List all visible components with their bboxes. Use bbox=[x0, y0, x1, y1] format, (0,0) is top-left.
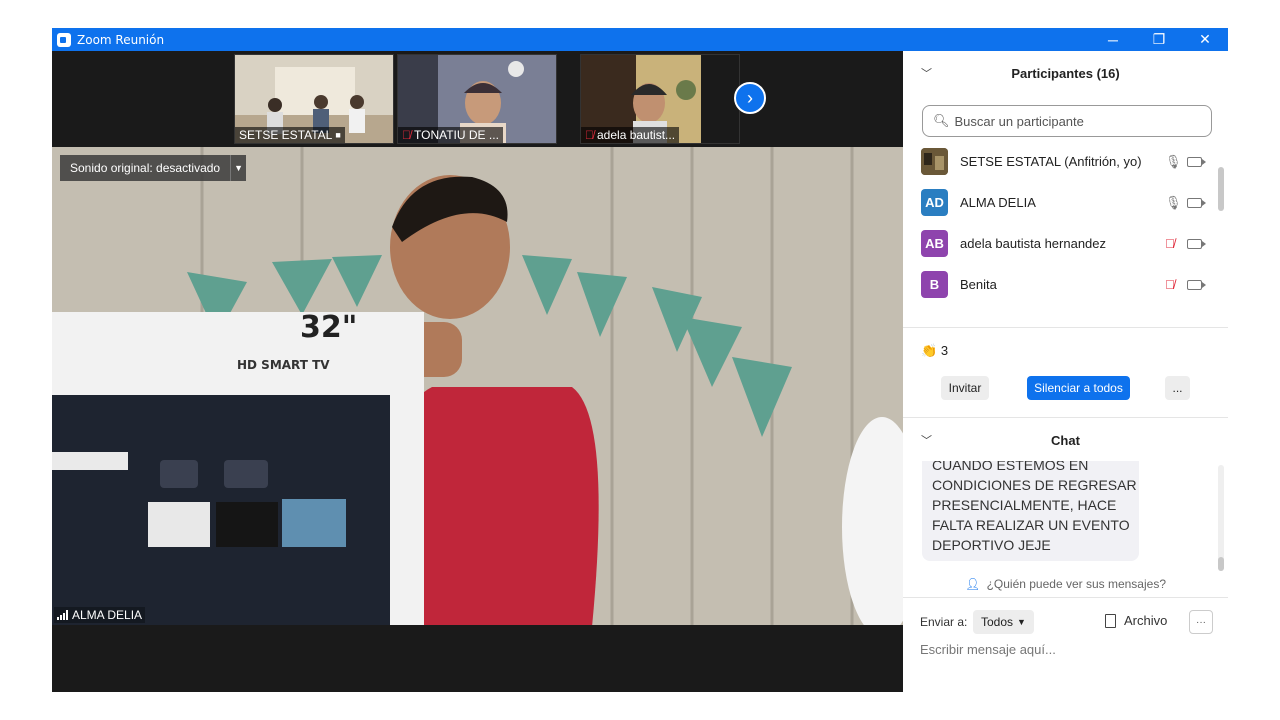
participants-title: Participantes (16) bbox=[1011, 65, 1120, 81]
video-area: SETSE ESTATAL ■ 🎙̸ TONATIU DE ... 🎙̸ ade… bbox=[52, 51, 903, 692]
avatar: AD bbox=[921, 189, 948, 216]
participant-list-scrollbar[interactable] bbox=[1218, 167, 1224, 211]
avatar: B bbox=[921, 271, 948, 298]
window-controls: ─ ❐ ✕ bbox=[1090, 28, 1228, 51]
who-can-see-link[interactable]: 👤︎ ¿Quién puede ver sus mensajes? bbox=[903, 577, 1228, 591]
title-bar: Zoom Reunión ─ ❐ ✕ bbox=[52, 28, 1228, 51]
thumbnail-video[interactable]: 🎙̸ TONATIU DE ... bbox=[397, 54, 557, 144]
tv-box-size: 32" bbox=[300, 310, 357, 345]
clap-icon: 👏 bbox=[921, 343, 938, 358]
chat-header: ﹀ Chat bbox=[903, 419, 1228, 461]
person-lock-icon: 👤︎ bbox=[964, 577, 981, 591]
send-to-select[interactable]: Todos ▼ bbox=[973, 610, 1034, 634]
search-placeholder: Buscar un participante bbox=[954, 113, 1084, 129]
side-panel: ﹀ Participantes (16) 🔍︎ Buscar un partic… bbox=[903, 51, 1228, 692]
avatar: AB bbox=[921, 230, 948, 257]
mic-muted-icon: 🎙̸ bbox=[585, 128, 594, 142]
file-icon bbox=[1105, 613, 1116, 628]
chat-scrollbar[interactable] bbox=[1218, 465, 1224, 571]
speaker-video-frame: 32" HD SMART TV bbox=[52, 147, 903, 625]
thumbnail-label: 🎙̸ TONATIU DE ... bbox=[398, 127, 503, 143]
participant-search-input[interactable]: 🔍︎ Buscar un participante bbox=[922, 105, 1212, 137]
mute-all-button[interactable]: Silenciar a todos bbox=[1027, 376, 1130, 400]
speaker-name-label: ALMA DELIA bbox=[54, 607, 146, 623]
video-camera-icon[interactable] bbox=[1187, 238, 1206, 249]
video-camera-icon[interactable] bbox=[1187, 197, 1206, 208]
microphone-icon[interactable]: 🎙︎ bbox=[1165, 195, 1182, 211]
video-camera-icon[interactable] bbox=[1187, 156, 1206, 167]
send-to-label: Enviar a: bbox=[920, 615, 968, 629]
mic-muted-icon[interactable]: 🎙̸ bbox=[1165, 236, 1175, 251]
file-button[interactable]: Archivo bbox=[1105, 613, 1167, 628]
thumbnail-video[interactable]: 🎙̸ adela bautist... bbox=[580, 54, 740, 144]
chat-message-text: CUANDO ESTEMOS EN CONDICIONES DE REGRESA… bbox=[932, 461, 1137, 553]
reaction-count: 👏 3 bbox=[921, 343, 949, 358]
restore-button[interactable]: ❐ bbox=[1136, 28, 1182, 51]
chevron-down-icon: ▼ bbox=[1017, 617, 1026, 627]
chevron-down-icon[interactable]: ﹀ bbox=[921, 65, 932, 81]
participant-list: SETSE ESTATAL (Anfitrión, yo) 🎙︎ AD ALMA… bbox=[903, 141, 1228, 299]
avatar bbox=[921, 148, 948, 175]
chat-send-row: Enviar a: Todos ▼ Archivo ··· bbox=[920, 610, 1215, 634]
original-sound-toggle[interactable]: Sonido original: desactivado ▼ bbox=[60, 155, 247, 181]
participant-row[interactable]: AB adela bautista hernandez 🎙̸ bbox=[903, 223, 1218, 264]
next-page-button[interactable]: › bbox=[734, 82, 766, 114]
chat-more-button[interactable]: ··· bbox=[1189, 610, 1213, 634]
participant-name: SETSE ESTATAL (Anfitrión, yo) bbox=[960, 154, 1142, 169]
chat-title: Chat bbox=[1051, 432, 1080, 448]
divider bbox=[903, 597, 1228, 598]
thumbnail-video[interactable]: SETSE ESTATAL ■ bbox=[234, 54, 394, 144]
participant-name: ALMA DELIA bbox=[960, 195, 1036, 210]
thumbnail-label: SETSE ESTATAL ■ bbox=[235, 127, 345, 143]
original-sound-label: Sonido original: desactivado bbox=[70, 161, 221, 175]
search-icon: 🔍︎ bbox=[933, 113, 950, 128]
participant-row[interactable]: SETSE ESTATAL (Anfitrión, yo) 🎙︎ bbox=[903, 141, 1218, 182]
mic-muted-icon[interactable]: 🎙̸ bbox=[1165, 277, 1175, 292]
minimize-button[interactable]: ─ bbox=[1090, 28, 1136, 51]
zoom-window: Zoom Reunión ─ ❐ ✕ SETSE ESTATAL ■ 🎙̸ TO… bbox=[52, 28, 1228, 692]
zoom-app-icon bbox=[57, 32, 71, 47]
participant-name: adela bautista hernandez bbox=[960, 236, 1107, 251]
participant-row[interactable]: B Benita 🎙̸ bbox=[903, 264, 1218, 299]
invite-button[interactable]: Invitar bbox=[941, 376, 989, 400]
mic-muted-icon: 🎙̸ bbox=[402, 128, 411, 142]
chat-compose-input[interactable]: Escribir mensaje aquí... bbox=[920, 642, 1056, 657]
divider bbox=[903, 327, 1228, 328]
participant-name: Benita bbox=[960, 277, 997, 292]
participants-header: ﹀ Participantes (16) bbox=[903, 51, 1228, 95]
window-title: Zoom Reunión bbox=[77, 32, 165, 47]
thumbnail-label: 🎙̸ adela bautist... bbox=[581, 127, 680, 143]
more-options-button[interactable]: ... bbox=[1165, 376, 1190, 400]
divider bbox=[903, 417, 1228, 418]
signal-strength-icon bbox=[57, 610, 68, 620]
active-speaker-video[interactable]: 32" HD SMART TV Sonido original: desacti… bbox=[52, 147, 903, 625]
microphone-icon[interactable]: 🎙︎ bbox=[1165, 154, 1182, 170]
chevron-down-icon[interactable]: ▼ bbox=[230, 155, 246, 181]
thumbnail-strip: SETSE ESTATAL ■ 🎙̸ TONATIU DE ... 🎙̸ ade… bbox=[52, 51, 903, 147]
video-camera-icon[interactable] bbox=[1187, 279, 1206, 290]
chevron-down-icon[interactable]: ﹀ bbox=[921, 432, 932, 448]
participant-row[interactable]: AD ALMA DELIA 🎙︎ bbox=[903, 182, 1218, 223]
chat-message-bubble: CUANDO ESTEMOS EN CONDICIONES DE REGRESA… bbox=[922, 461, 1139, 561]
close-button[interactable]: ✕ bbox=[1182, 28, 1228, 51]
tv-box-model: HD SMART TV bbox=[237, 358, 330, 372]
